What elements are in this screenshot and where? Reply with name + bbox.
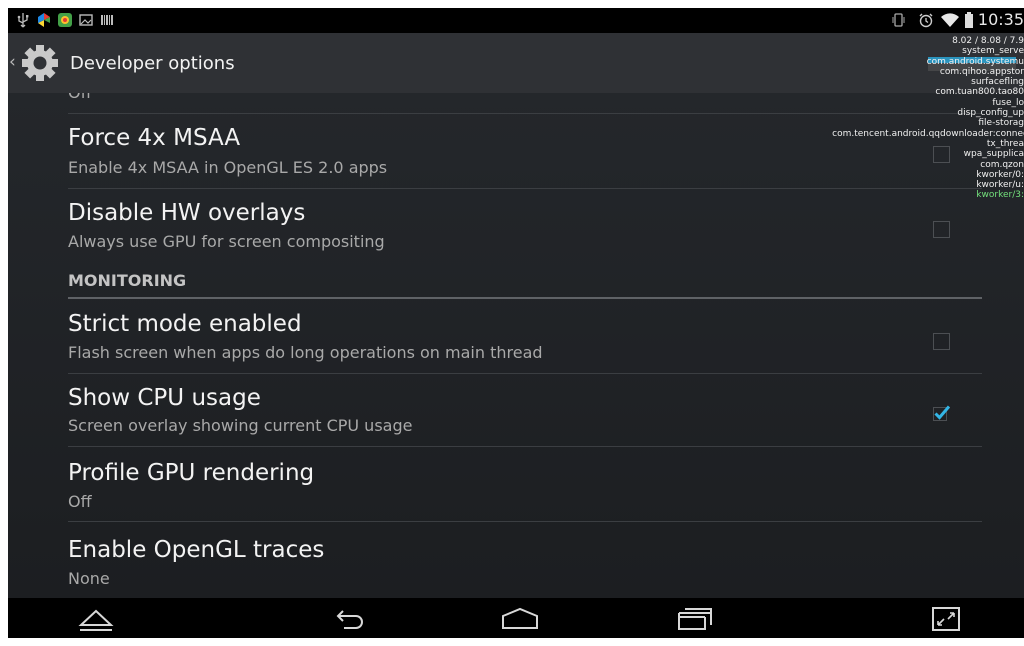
checkbox[interactable] bbox=[933, 146, 950, 163]
checkbox[interactable] bbox=[933, 221, 950, 238]
app-icon bbox=[38, 13, 50, 27]
image-icon bbox=[79, 14, 93, 26]
vibrate-icon bbox=[892, 13, 905, 27]
wifi-icon bbox=[941, 13, 959, 27]
row-title: Profile GPU rendering bbox=[68, 460, 315, 486]
section-label: MONITORING bbox=[68, 271, 187, 290]
setting-strict-mode[interactable]: Strict mode enabled Flash screen when ap… bbox=[68, 299, 982, 374]
status-clock: 10:35 bbox=[977, 10, 1024, 29]
row-title: Disable HW overlays bbox=[68, 200, 306, 226]
barcode-icon bbox=[101, 15, 113, 25]
list-item[interactable]: Off bbox=[68, 93, 982, 114]
setting-disable-hw-overlays[interactable]: Disable HW overlays Always use GPU for s… bbox=[68, 189, 982, 263]
up-caret-icon: ‹ bbox=[9, 52, 16, 72]
alarm-icon bbox=[919, 13, 933, 28]
row-summary: Off bbox=[68, 93, 92, 103]
row-title: Show CPU usage bbox=[68, 385, 261, 411]
home-up-icon[interactable] bbox=[78, 604, 114, 632]
row-summary: Off bbox=[68, 492, 92, 511]
setting-profile-gpu-rendering[interactable]: Profile GPU rendering Off bbox=[68, 447, 982, 522]
navigation-bar bbox=[8, 598, 1024, 638]
row-summary: Enable 4x MSAA in OpenGL ES 2.0 apps bbox=[68, 158, 388, 177]
battery-icon bbox=[965, 12, 973, 28]
app-icon bbox=[58, 13, 72, 27]
cpu-usage-bar bbox=[928, 63, 1016, 71]
usb-icon bbox=[17, 13, 29, 28]
settings-list[interactable]: Off Force 4x MSAA Enable 4x MSAA in Open… bbox=[8, 93, 1024, 598]
back-icon[interactable] bbox=[330, 604, 368, 632]
setting-force-4x-msaa[interactable]: Force 4x MSAA Enable 4x MSAA in OpenGL E… bbox=[68, 114, 982, 189]
checkbox-checked-icon[interactable] bbox=[933, 404, 950, 421]
settings-gear-icon bbox=[22, 45, 58, 81]
setting-show-cpu-usage[interactable]: Show CPU usage Screen overlay showing cu… bbox=[68, 374, 982, 447]
row-summary: Flash screen when apps do long operation… bbox=[68, 343, 543, 362]
row-summary: None bbox=[68, 569, 110, 588]
expand-icon[interactable] bbox=[931, 604, 963, 632]
up-navigation-button[interactable]: ‹ Developer options bbox=[8, 33, 258, 93]
checkbox[interactable] bbox=[933, 333, 950, 350]
section-header-monitoring: MONITORING bbox=[68, 269, 982, 299]
page-title: Developer options bbox=[70, 53, 235, 74]
row-title: Force 4x MSAA bbox=[68, 125, 241, 151]
recents-icon[interactable] bbox=[675, 604, 715, 632]
row-title: Strict mode enabled bbox=[68, 311, 302, 337]
status-bar: 10:35 bbox=[8, 8, 1024, 33]
row-title: Enable OpenGL traces bbox=[68, 537, 325, 563]
row-summary: Always use GPU for screen compositing bbox=[68, 232, 385, 251]
home-icon[interactable] bbox=[500, 604, 540, 632]
action-bar: ‹ Developer options bbox=[8, 33, 1024, 93]
setting-enable-opengl-traces[interactable]: Enable OpenGL traces None bbox=[68, 522, 982, 598]
android-screen: 10:35 ‹ Developer options Force 4x MSAA … bbox=[8, 8, 1024, 638]
row-summary: Screen overlay showing current CPU usage bbox=[68, 416, 413, 435]
